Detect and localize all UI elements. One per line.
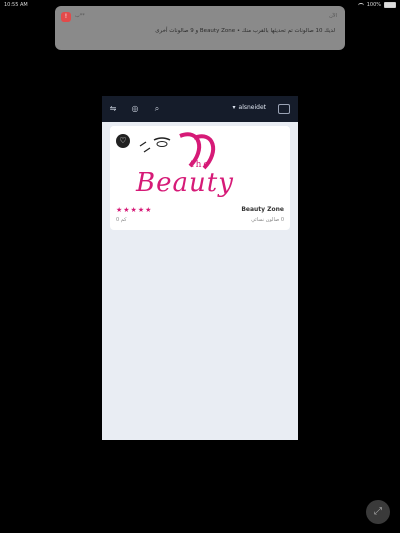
battery-percent: 100%: [366, 2, 381, 8]
salon-card[interactable]: ♡ the Beauty ★★★★★ Beauty Zone 0 كم 0 صا…: [110, 126, 290, 230]
status-time: 10:55 AM: [4, 2, 28, 8]
status-right: 100%: [357, 0, 396, 10]
chevron-down-icon: ▾: [232, 104, 236, 111]
logo-text: Beauty: [136, 168, 234, 198]
location-title: alsneidet: [238, 104, 266, 111]
filter-icon[interactable]: ⇋: [108, 104, 118, 114]
wifi-icon: [357, 2, 364, 8]
salon-banner: ♡ the Beauty: [110, 126, 290, 204]
notification-banner[interactable]: ! ب** الآن لديك 10 صالونات تم تحديثها با…: [55, 6, 345, 50]
notification-app-name: ب**: [75, 13, 85, 19]
app-icon: !: [61, 12, 71, 22]
battery-icon: [384, 2, 396, 8]
salon-name: Beauty Zone: [241, 206, 284, 213]
location-selector[interactable]: ▾ alsneidet: [233, 104, 267, 111]
app-topbar: ⇋ ◎ ⌕ ▾ alsneidet: [102, 96, 298, 122]
expand-icon[interactable]: ⤢: [366, 500, 390, 524]
app-window: ⇋ ◎ ⌕ ▾ alsneidet ♡ the Beauty ★★★★★ Bea…: [102, 96, 298, 440]
menu-icon[interactable]: [278, 104, 290, 114]
salon-distance: 0 كم: [116, 217, 127, 223]
location-icon[interactable]: ◎: [130, 104, 140, 114]
rating-stars: ★★★★★: [116, 206, 153, 214]
notification-time: الآن: [329, 13, 337, 19]
notification-body: لديك 10 صالونات تم تحديثها بالقرب منك • …: [155, 28, 335, 34]
search-icon[interactable]: ⌕: [152, 104, 162, 114]
salon-category: 0 صالون نسائي: [251, 217, 284, 223]
